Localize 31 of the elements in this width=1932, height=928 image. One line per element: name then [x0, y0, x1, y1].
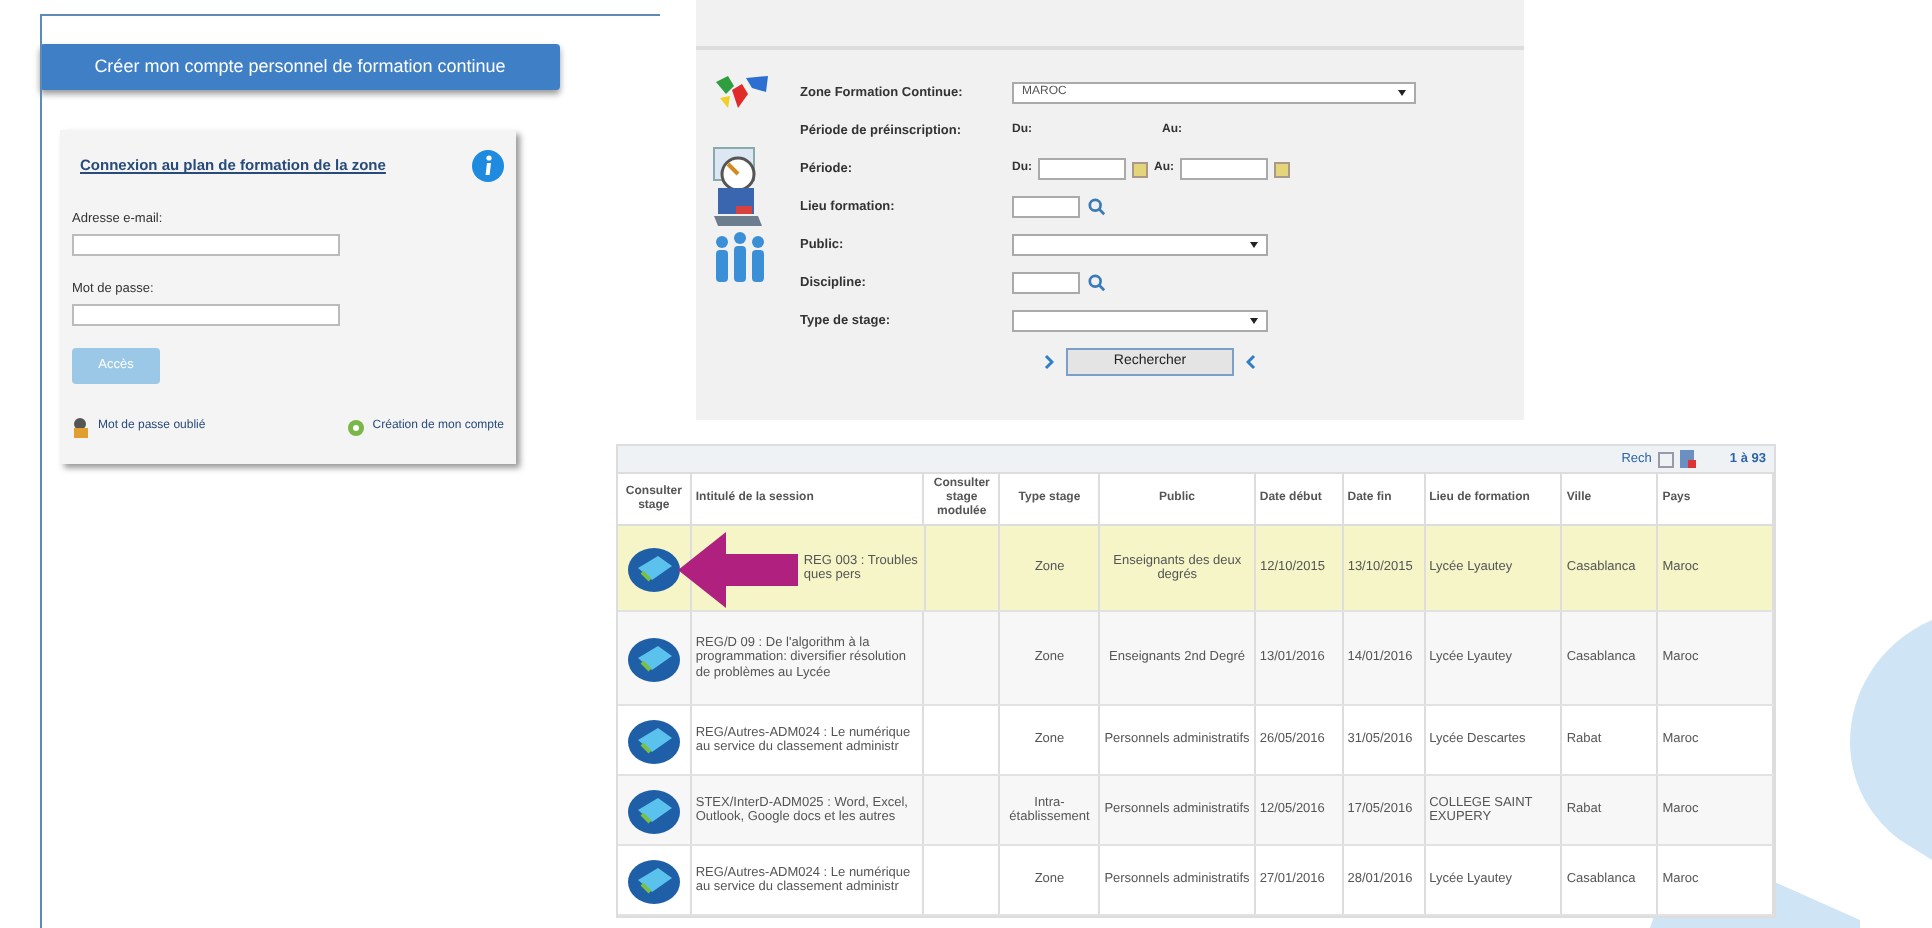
dropdown-caret-icon: [1250, 242, 1258, 248]
dropdown-caret-icon: [1398, 90, 1406, 96]
clock-icon: [712, 146, 760, 194]
search-icon[interactable]: [1088, 198, 1106, 216]
book-icon[interactable]: [625, 632, 682, 684]
text-field[interactable]: [1012, 196, 1080, 218]
text-field[interactable]: [1012, 272, 1080, 294]
dropdown[interactable]: [1012, 234, 1268, 256]
book-icon[interactable]: [625, 542, 682, 594]
calendar-icon[interactable]: [1132, 161, 1148, 177]
computer-icon: [712, 184, 764, 228]
password-field[interactable]: [72, 303, 340, 325]
book-icon[interactable]: [625, 714, 682, 766]
date-field[interactable]: [1038, 158, 1126, 180]
chevron-right-icon: [1044, 354, 1054, 370]
email-field[interactable]: [72, 233, 340, 256]
dropdown-caret-icon: [1250, 318, 1258, 324]
info-icon[interactable]: [472, 150, 504, 182]
document-icon[interactable]: [1679, 450, 1696, 468]
dropdown[interactable]: [1012, 310, 1268, 332]
date-field[interactable]: [1180, 158, 1268, 180]
book-icon[interactable]: [625, 854, 682, 906]
book-icon[interactable]: [625, 784, 682, 836]
chevron-left-icon: [1246, 354, 1256, 370]
plus-circle-icon: [348, 419, 365, 435]
search-icon[interactable]: [1088, 274, 1106, 292]
calendar-icon[interactable]: [1274, 161, 1290, 177]
export-icon[interactable]: [1657, 451, 1674, 467]
padlock-person-icon: [72, 417, 90, 437]
pointer-arrow: [678, 532, 798, 608]
create-account-button[interactable]: Créer mon compte personnel de formation continue: [40, 44, 560, 90]
